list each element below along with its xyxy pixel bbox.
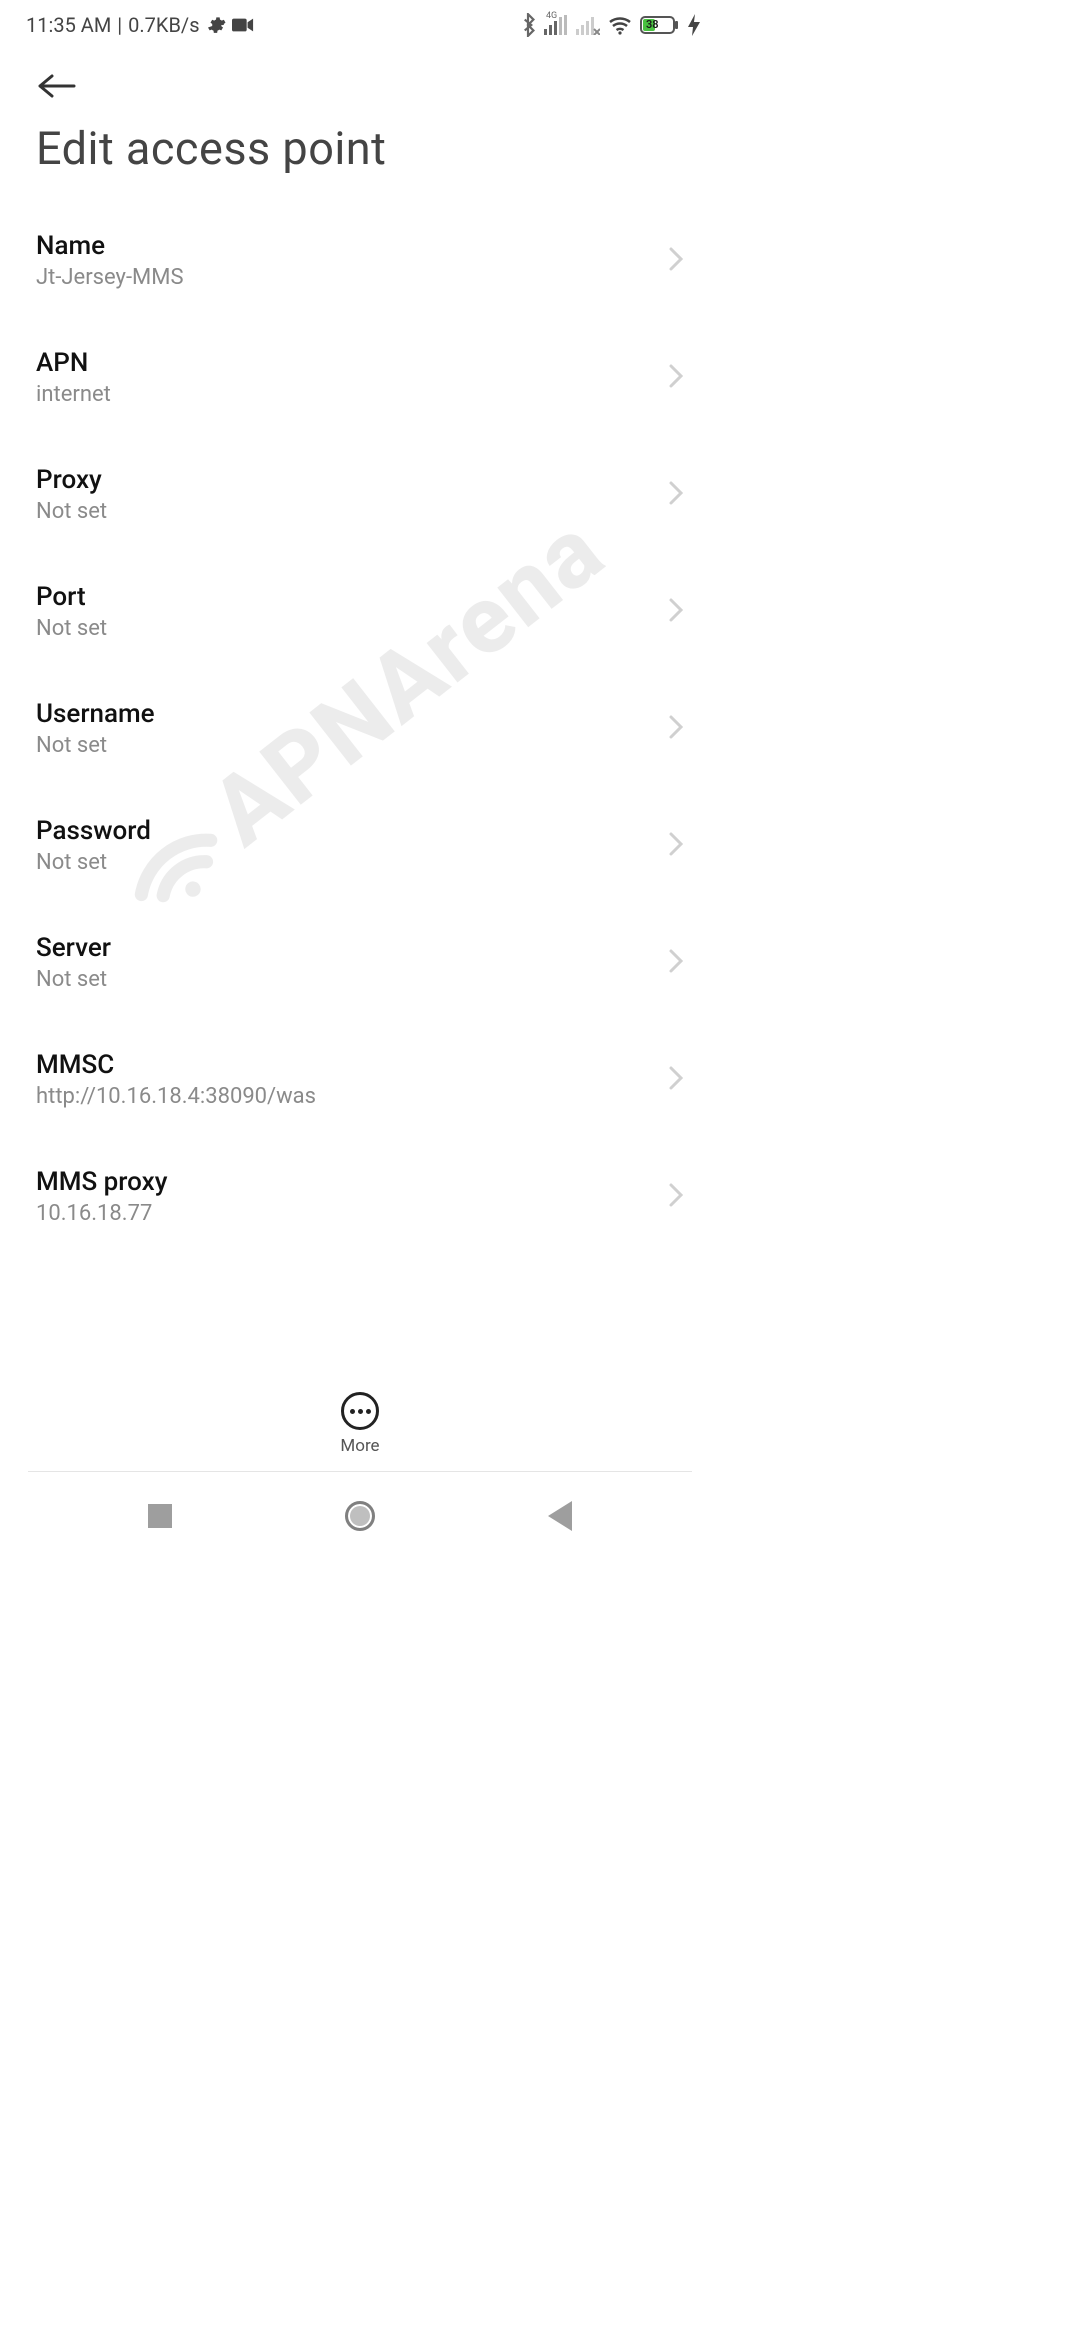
circle-icon [345, 1501, 375, 1531]
setting-label: Username [36, 699, 656, 729]
chevron-right-icon [668, 246, 684, 276]
chevron-right-icon [668, 480, 684, 510]
square-icon [148, 1504, 172, 1528]
setting-row-proxy[interactable]: Proxy Not set [36, 437, 684, 554]
chevron-right-icon [668, 1065, 684, 1095]
system-nav-bar [0, 1472, 720, 1560]
status-separator: | [117, 13, 122, 37]
setting-row-username[interactable]: Username Not set [36, 671, 684, 788]
setting-row-server[interactable]: Server Not set [36, 905, 684, 1022]
chevron-right-icon [668, 948, 684, 978]
setting-value: http://10.16.18.4:38090/was [36, 1084, 656, 1109]
signal-nosim-icon [576, 15, 600, 35]
settings-list: Name Jt-Jersey-MMS APN internet Proxy No… [0, 203, 720, 1461]
arrow-left-icon [36, 72, 76, 104]
setting-value: Jt-Jersey-MMS [36, 265, 656, 290]
more-icon [341, 1392, 379, 1430]
setting-value: Not set [36, 967, 656, 992]
camera-icon [232, 17, 254, 33]
setting-label: Password [36, 816, 656, 846]
nav-back-button[interactable] [540, 1496, 580, 1536]
more-button[interactable]: More [315, 1392, 405, 1456]
setting-value: Not set [36, 616, 656, 641]
bluetooth-icon [520, 13, 536, 37]
page-title: Edit access point [36, 122, 684, 203]
setting-row-port[interactable]: Port Not set [36, 554, 684, 671]
setting-label: APN [36, 348, 656, 378]
signal-4g-label: 4G [546, 11, 557, 21]
setting-value: 10.16.18.77 [36, 1201, 656, 1226]
status-bar-right: 4G 38 [520, 13, 700, 37]
setting-label: Server [36, 933, 656, 963]
nav-recents-button[interactable] [140, 1496, 180, 1536]
setting-row-apn[interactable]: APN internet [36, 320, 684, 437]
bolt-icon [688, 14, 700, 36]
chevron-right-icon [668, 1182, 684, 1212]
signal-4g-icon: 4G [544, 15, 568, 35]
setting-row-mmsc[interactable]: MMSC http://10.16.18.4:38090/was [36, 1022, 684, 1139]
setting-value: Not set [36, 850, 656, 875]
setting-label: Proxy [36, 465, 656, 495]
setting-row-mms-proxy[interactable]: MMS proxy 10.16.18.77 [36, 1139, 684, 1256]
setting-label: Port [36, 582, 656, 612]
more-label: More [340, 1436, 379, 1456]
setting-label: MMS proxy [36, 1167, 656, 1197]
battery-pct: 38 [646, 18, 659, 31]
gear-icon [206, 15, 226, 35]
setting-row-name[interactable]: Name Jt-Jersey-MMS [36, 203, 684, 320]
setting-value: Not set [36, 499, 656, 524]
setting-label: Name [36, 231, 656, 261]
status-net-speed: 0.7KB/s [128, 13, 199, 37]
status-time: 11:35 AM [26, 13, 111, 37]
triangle-left-icon [548, 1501, 572, 1531]
chevron-right-icon [668, 831, 684, 861]
setting-label: MMSC [36, 1050, 656, 1080]
page-header: Edit access point [0, 50, 720, 203]
status-bar: 11:35 AM | 0.7KB/s 4G 38 [0, 0, 720, 50]
chevron-right-icon [668, 363, 684, 393]
back-button[interactable] [36, 66, 76, 122]
nav-home-button[interactable] [340, 1496, 380, 1536]
battery-icon: 38 [640, 15, 680, 35]
wifi-icon [608, 15, 632, 35]
chevron-right-icon [668, 714, 684, 744]
chevron-right-icon [668, 597, 684, 627]
setting-value: Not set [36, 733, 656, 758]
setting-value: internet [36, 382, 656, 407]
setting-row-password[interactable]: Password Not set [36, 788, 684, 905]
status-bar-left: 11:35 AM | 0.7KB/s [26, 13, 254, 37]
